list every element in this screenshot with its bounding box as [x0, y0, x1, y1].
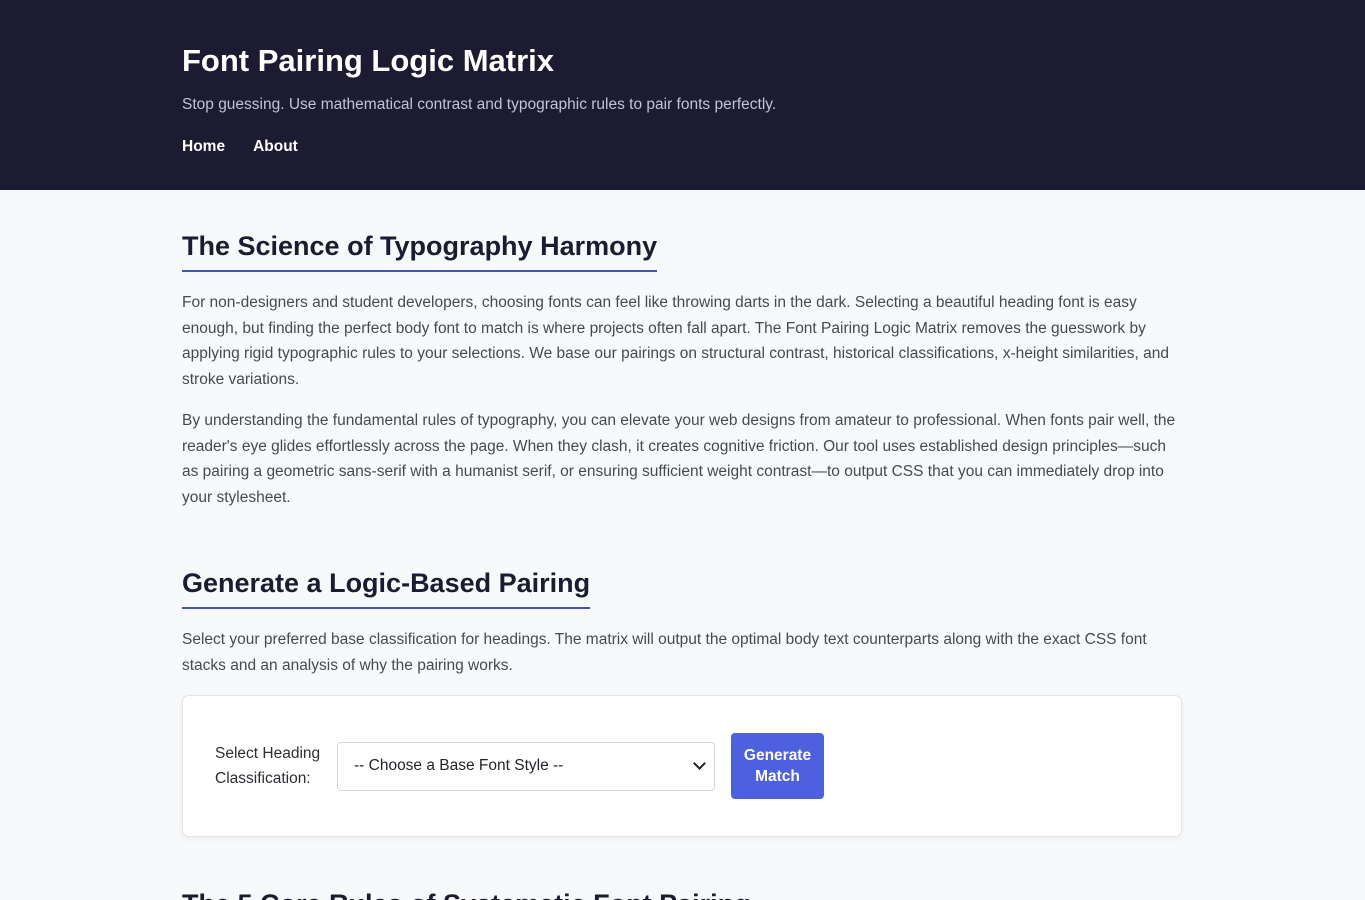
site-header: Font Pairing Logic Matrix Stop guessing.… [0, 0, 1365, 190]
generator-section: Generate a Logic-Based Pairing Select yo… [182, 510, 1183, 837]
heading-classification-select[interactable]: -- Choose a Base Font Style -- [337, 741, 715, 791]
heading-classification-label: Select Heading Classification: [215, 744, 321, 788]
science-section: The Science of Typography Harmony For no… [182, 190, 1183, 510]
chevron-down-icon [693, 757, 706, 770]
science-paragraph-1: For non-designers and student developers… [182, 294, 1170, 388]
nav-link-about[interactable]: About [253, 137, 298, 157]
rules-section: The 5 Core Rules of Systematic Font Pair… [182, 837, 1183, 900]
generator-heading: Generate a Logic-Based Pairing [182, 566, 591, 609]
pairing-tool-card: Select Heading Classification: -- Choose… [182, 695, 1182, 837]
main-content: The Science of Typography Harmony For no… [0, 190, 1365, 900]
generate-match-button[interactable]: Generate Match [731, 733, 824, 799]
science-heading: The Science of Typography Harmony [182, 229, 658, 272]
site-tagline: Stop guessing. Use mathematical contrast… [182, 96, 777, 113]
generator-intro: Select your preferred base classificatio… [182, 631, 1147, 674]
science-paragraph-2: By understanding the fundamental rules o… [182, 412, 1176, 506]
nav-link-home[interactable]: Home [182, 137, 225, 157]
select-value: -- Choose a Base Font Style -- [354, 757, 564, 774]
site-title: Font Pairing Logic Matrix [182, 43, 555, 78]
main-nav: Home About [182, 137, 1183, 157]
rules-heading: The 5 Core Rules of Systematic Font Pair… [182, 887, 751, 900]
